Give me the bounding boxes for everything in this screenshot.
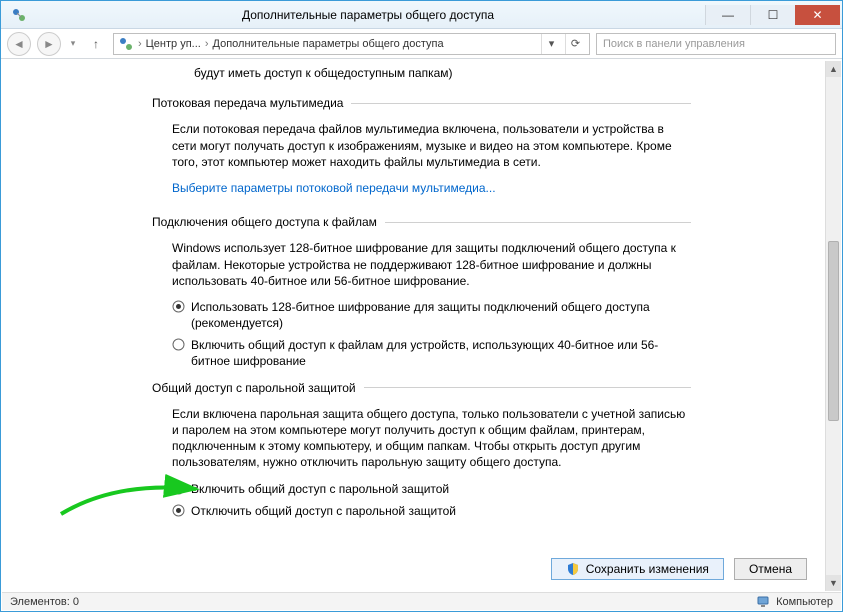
settings-page: будут иметь доступ к общедоступным папка… bbox=[2, 61, 841, 535]
scroll-up-button[interactable]: ▲ bbox=[826, 61, 841, 77]
statusbar: Элементов: 0 Компьютер bbox=[2, 592, 841, 610]
radio-icon-unchecked bbox=[172, 338, 185, 351]
scroll-thumb[interactable] bbox=[828, 241, 839, 421]
radio-icon-checked bbox=[172, 300, 185, 313]
save-button[interactable]: Сохранить изменения bbox=[551, 558, 724, 580]
up-button[interactable]: ↑ bbox=[85, 33, 107, 55]
radio-password-off[interactable]: Отключить общий доступ с парольной защит… bbox=[172, 503, 691, 519]
minimize-button[interactable]: — bbox=[705, 5, 750, 25]
window-title: Дополнительные параметры общего доступа bbox=[31, 8, 705, 22]
search-placeholder: Поиск в панели управления bbox=[603, 38, 745, 50]
statusbar-item-count: Элементов: 0 bbox=[10, 596, 79, 608]
section-fileshare-title: Подключения общего доступа к файлам bbox=[152, 214, 691, 230]
address-icon bbox=[118, 36, 134, 52]
forward-button[interactable]: ► bbox=[37, 32, 61, 56]
media-settings-link[interactable]: Выберите параметры потоковой передачи му… bbox=[172, 180, 496, 196]
maximize-button[interactable]: ☐ bbox=[750, 5, 795, 25]
address-dropdown[interactable]: ▾ bbox=[541, 34, 561, 54]
radio-128bit[interactable]: Использовать 128-битное шифрование для з… bbox=[172, 299, 691, 331]
breadcrumb-item-2[interactable]: Дополнительные параметры общего доступа bbox=[213, 38, 444, 50]
section-media-title: Потоковая передача мультимедиа bbox=[152, 95, 691, 111]
toolbar: ◄ ► ▾ ↑ › Центр уп... › Дополнительные п… bbox=[1, 29, 842, 59]
shield-icon bbox=[566, 562, 580, 576]
address-bar[interactable]: › Центр уп... › Дополнительные параметры… bbox=[113, 33, 590, 55]
section-password-title: Общий доступ с парольной защитой bbox=[152, 380, 691, 396]
radio-40-56bit[interactable]: Включить общий доступ к файлам для устро… bbox=[172, 337, 691, 369]
dialog-button-row: Сохранить изменения Отмена bbox=[2, 547, 825, 591]
statusbar-computer-label: Компьютер bbox=[776, 596, 833, 608]
search-input[interactable]: Поиск в панели управления bbox=[596, 33, 836, 55]
scroll-down-button[interactable]: ▼ bbox=[826, 575, 841, 591]
titlebar: Дополнительные параметры общего доступа … bbox=[1, 1, 842, 29]
section-fileshare-body: Windows использует 128-битное шифрование… bbox=[172, 240, 691, 289]
history-dropdown[interactable]: ▾ bbox=[67, 32, 79, 56]
breadcrumb-sep: › bbox=[205, 38, 209, 50]
section-media-body: Если потоковая передача файлов мультимед… bbox=[172, 121, 691, 170]
breadcrumb-sep: › bbox=[138, 38, 142, 50]
cancel-button[interactable]: Отмена bbox=[734, 558, 807, 580]
section-password-body: Если включена парольная защита общего до… bbox=[172, 406, 691, 471]
radio-icon-checked bbox=[172, 504, 185, 517]
window-icon bbox=[7, 3, 31, 27]
back-button[interactable]: ◄ bbox=[7, 32, 31, 56]
close-button[interactable]: ✕ bbox=[795, 5, 840, 25]
leftover-text: будут иметь доступ к общедоступным папка… bbox=[194, 65, 691, 81]
radio-password-on[interactable]: Включить общий доступ с парольной защито… bbox=[172, 481, 691, 497]
computer-icon bbox=[756, 595, 770, 609]
refresh-button[interactable]: ⟳ bbox=[565, 34, 585, 54]
breadcrumb-item-1[interactable]: Центр уп... bbox=[146, 38, 201, 50]
vertical-scrollbar[interactable]: ▲ ▼ bbox=[825, 61, 841, 591]
radio-icon-unchecked bbox=[172, 482, 185, 495]
